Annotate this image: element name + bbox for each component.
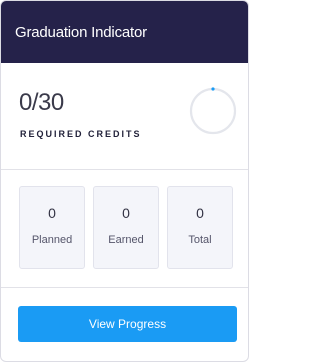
stat-value: 0 (48, 205, 56, 221)
card-title: Graduation Indicator (15, 23, 147, 41)
progress-ring-indicator (211, 87, 215, 91)
stat-label: Total (188, 234, 212, 246)
card-footer: View Progress (1, 288, 248, 342)
graduation-indicator-card: Graduation Indicator 0/30 REQUIRED CREDI… (0, 0, 249, 362)
card-header: Graduation Indicator (1, 1, 248, 63)
progress-ring-track (189, 87, 237, 135)
stats-row: 0 Planned 0 Earned 0 Total (1, 170, 248, 288)
stat-total: 0 Total (167, 186, 233, 269)
stat-label: Planned (31, 234, 73, 246)
stat-label: Earned (108, 234, 144, 246)
credits-section: 0/30 REQUIRED CREDITS (1, 63, 248, 170)
stat-value: 0 (122, 205, 130, 221)
stat-planned: 0 Planned (19, 186, 85, 269)
required-credits-label: REQUIRED CREDITS (20, 129, 142, 139)
stat-earned: 0 Earned (93, 186, 159, 269)
view-progress-button[interactable]: View Progress (18, 306, 237, 342)
credits-progress-ring (189, 87, 237, 135)
stat-value: 0 (196, 205, 204, 221)
credit-count: 0/30 (19, 89, 64, 116)
